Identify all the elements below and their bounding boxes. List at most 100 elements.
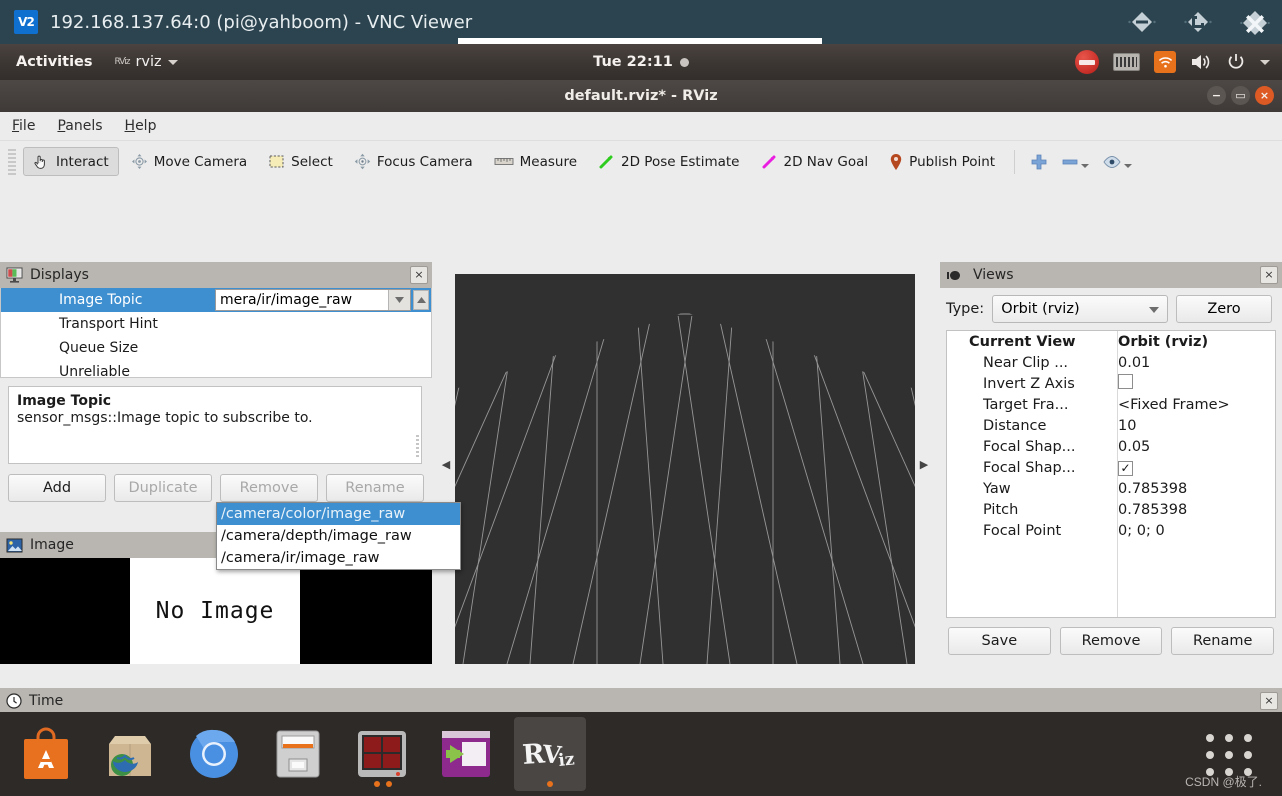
remove-button[interactable]: Remove bbox=[220, 474, 318, 502]
displays-button-row: Add Duplicate Remove Rename bbox=[8, 474, 424, 502]
views-row-focal-shape-size[interactable]: Focal Shap... 0.05 bbox=[947, 436, 1275, 457]
tool-interact[interactable]: Interact bbox=[23, 147, 119, 176]
tree-row-label: Unreliable bbox=[59, 364, 130, 378]
close-icon[interactable]: × bbox=[410, 266, 428, 284]
dock-item-ubuntu-software[interactable] bbox=[10, 717, 82, 791]
dock-item-files[interactable] bbox=[262, 717, 334, 791]
menu-help[interactable]: Help bbox=[125, 118, 157, 134]
render-viewport-3d[interactable] bbox=[455, 274, 915, 664]
add-tool-button[interactable] bbox=[1025, 149, 1053, 175]
checkbox-unchecked[interactable] bbox=[1118, 374, 1133, 389]
minimize-icon[interactable] bbox=[1128, 8, 1156, 36]
splitter-handle-right[interactable]: ▶ bbox=[918, 454, 930, 474]
scroll-up-button[interactable] bbox=[413, 290, 429, 310]
views-row-yaw[interactable]: Yaw 0.785398 bbox=[947, 478, 1275, 499]
remove-tool-button[interactable] bbox=[1056, 152, 1094, 172]
toolbar-separator bbox=[1014, 149, 1016, 174]
remove-view-button[interactable]: Remove bbox=[1059, 627, 1163, 655]
vnc-title-bar: V2 192.168.137.64:0 (pi@yahboom) - VNC V… bbox=[0, 0, 1282, 45]
power-icon[interactable] bbox=[1226, 52, 1246, 72]
image-topic-combo[interactable]: mera/ir/image_raw bbox=[215, 289, 411, 311]
tool-select[interactable]: Select bbox=[259, 148, 342, 175]
window-minimize-button[interactable]: − bbox=[1207, 86, 1226, 105]
views-row-focal-shape-fixed[interactable]: Focal Shap... ✓ bbox=[947, 457, 1275, 478]
eye-icon bbox=[1103, 155, 1121, 168]
time-panel-label: Time bbox=[29, 693, 64, 709]
chevron-down-icon[interactable] bbox=[1260, 59, 1270, 65]
keyboard-indicator-icon[interactable] bbox=[1113, 53, 1140, 71]
restore-icon[interactable] bbox=[1184, 8, 1212, 36]
view-type-combo[interactable]: Orbit (rviz) bbox=[992, 295, 1168, 323]
dock-item-terminal[interactable] bbox=[346, 717, 418, 791]
dock-item-archive-manager[interactable] bbox=[94, 717, 166, 791]
tool-publish-point[interactable]: Publish Point bbox=[880, 148, 1004, 176]
property-description: Image Topic sensor_msgs::Image topic to … bbox=[8, 386, 422, 464]
image-topic-dropdown[interactable]: /camera/color/image_raw /camera/depth/im… bbox=[216, 502, 461, 570]
views-row-current-view[interactable]: Current View Orbit (rviz) bbox=[947, 331, 1275, 352]
tool-move-camera[interactable]: Move Camera bbox=[122, 148, 256, 175]
views-row-value: 0.01 bbox=[1118, 354, 1151, 371]
rviz-icon: R V iz bbox=[521, 738, 576, 771]
splitter-handle-left[interactable]: ◀ bbox=[440, 454, 452, 474]
tool-properties-button[interactable] bbox=[1097, 151, 1137, 173]
tool-focus-camera[interactable]: Focus Camera bbox=[345, 148, 482, 175]
tool-measure[interactable]: Measure bbox=[485, 149, 586, 175]
tool-interact-label: Interact bbox=[56, 153, 109, 170]
ruler-icon bbox=[494, 158, 514, 165]
no-entry-icon[interactable] bbox=[1075, 50, 1099, 74]
chevron-down-icon bbox=[167, 59, 178, 65]
activities-button[interactable]: Activities bbox=[16, 54, 93, 70]
duplicate-button[interactable]: Duplicate bbox=[114, 474, 212, 502]
wifi-icon[interactable] bbox=[1154, 51, 1176, 73]
chevron-down-icon bbox=[1149, 301, 1159, 317]
image-letterbox-right bbox=[300, 558, 432, 664]
views-row-focal-point[interactable]: Focal Point 0; 0; 0 bbox=[947, 520, 1275, 541]
resize-grip[interactable] bbox=[416, 435, 419, 457]
dock-item-editor[interactable] bbox=[430, 717, 502, 791]
tool-2d-pose-estimate[interactable]: 2D Pose Estimate bbox=[589, 148, 748, 175]
show-applications-icon[interactable] bbox=[1206, 734, 1254, 776]
views-row-invert-z-axis[interactable]: Invert Z Axis bbox=[947, 373, 1275, 394]
tree-row-transport-hint[interactable]: Transport Hint bbox=[1, 312, 431, 336]
tree-row-queue-size[interactable]: Queue Size bbox=[1, 336, 431, 360]
running-indicator-dot bbox=[547, 781, 553, 787]
views-row-near-clip[interactable]: Near Clip ... 0.01 bbox=[947, 352, 1275, 373]
dropdown-option-ir[interactable]: /camera/ir/image_raw bbox=[217, 547, 460, 569]
checkbox-checked[interactable]: ✓ bbox=[1118, 460, 1133, 476]
tool-2d-nav-goal-label: 2D Nav Goal bbox=[783, 153, 869, 170]
rename-view-button[interactable]: Rename bbox=[1171, 627, 1275, 655]
views-row-distance[interactable]: Distance 10 bbox=[947, 415, 1275, 436]
displays-tree[interactable]: Image Topic mera/ir/image_raw Transport … bbox=[0, 288, 432, 378]
svg-text:iz: iz bbox=[557, 749, 575, 771]
dropdown-option-depth[interactable]: /camera/depth/image_raw bbox=[217, 525, 460, 547]
views-row-pitch[interactable]: Pitch 0.785398 bbox=[947, 499, 1275, 520]
toolbar-grip[interactable] bbox=[8, 148, 16, 175]
chevron-down-icon[interactable] bbox=[388, 290, 410, 310]
window-maximize-button[interactable]: ▭ bbox=[1231, 86, 1250, 105]
dock-item-rviz[interactable]: R V iz bbox=[514, 717, 586, 791]
dropdown-option-color[interactable]: /camera/color/image_raw bbox=[217, 503, 460, 525]
notification-dot-icon bbox=[679, 57, 689, 67]
tool-2d-nav-goal[interactable]: 2D Nav Goal bbox=[752, 148, 878, 175]
menu-bar: File Panels Help bbox=[0, 112, 1282, 140]
views-panel-label: Views bbox=[973, 267, 1014, 283]
save-button[interactable]: Save bbox=[948, 627, 1051, 655]
close-icon[interactable]: × bbox=[1260, 692, 1278, 710]
close-icon[interactable]: × bbox=[1260, 266, 1278, 284]
tree-row-unreliable[interactable]: Unreliable bbox=[1, 360, 431, 378]
volume-icon[interactable] bbox=[1190, 52, 1212, 72]
rviz-toolbar: Interact Move Camera Select Focus Camera… bbox=[0, 140, 1282, 182]
views-property-tree[interactable]: Current View Orbit (rviz) Near Clip ... … bbox=[946, 330, 1276, 618]
rviz-title-bar: default.rviz* - RViz − ▭ × bbox=[0, 80, 1282, 112]
tree-row-image-topic[interactable]: Image Topic mera/ir/image_raw bbox=[1, 288, 431, 312]
menu-file[interactable]: File bbox=[12, 118, 35, 134]
add-button[interactable]: Add bbox=[8, 474, 106, 502]
views-row-target-frame[interactable]: Target Fra... <Fixed Frame> bbox=[947, 394, 1275, 415]
rename-button[interactable]: Rename bbox=[326, 474, 424, 502]
app-menu-rviz[interactable]: RViz rviz bbox=[115, 54, 178, 70]
dock-item-chromium[interactable] bbox=[178, 717, 250, 791]
close-icon[interactable] bbox=[1240, 8, 1270, 36]
zero-button[interactable]: Zero bbox=[1176, 295, 1272, 323]
menu-panels[interactable]: Panels bbox=[57, 118, 102, 134]
window-close-button[interactable]: × bbox=[1255, 86, 1274, 105]
